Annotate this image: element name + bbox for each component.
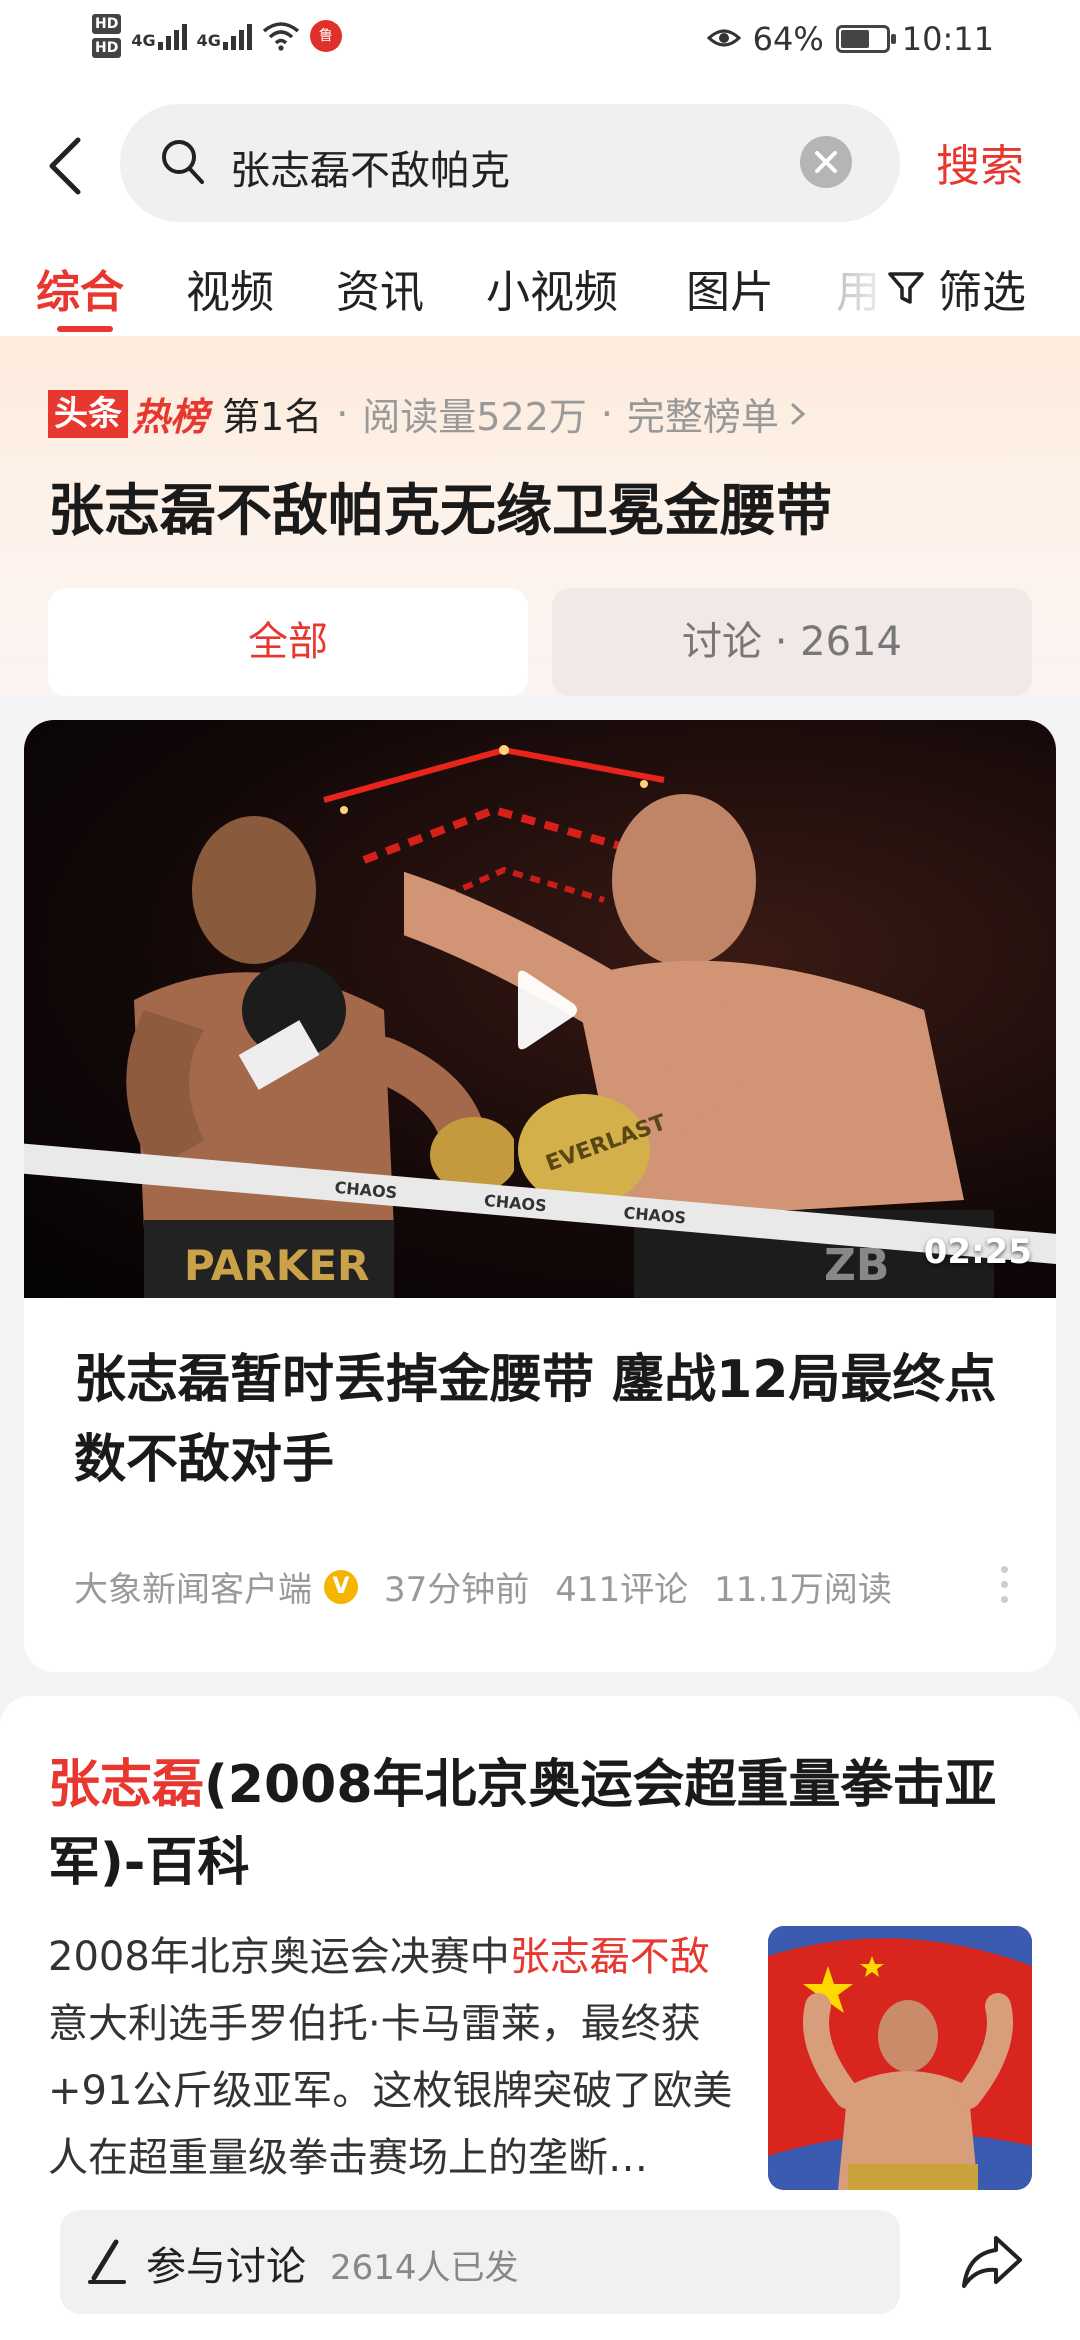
publish-time: 37分钟前	[384, 1570, 530, 1610]
comment-count: 411评论	[555, 1570, 689, 1610]
baike-description: 2008年北京奥运会决赛中张志磊不敌意大利选手罗伯托·卡马雷莱，最终获+91公斤…	[48, 1924, 738, 2192]
tab-news[interactable]: 资讯	[336, 256, 424, 320]
search-button[interactable]: 搜索	[936, 130, 1024, 194]
hot-rank: 第1名	[222, 395, 323, 439]
discussion-input-bar[interactable]: 参与讨论 2614人已发	[60, 2210, 900, 2314]
hot-list-logo-part1: 头条	[48, 389, 128, 438]
network-type-1: 4G	[131, 31, 156, 50]
status-right: 64% 10:11	[706, 20, 994, 58]
hot-reads: 阅读量522万	[362, 395, 587, 439]
wifi-icon	[262, 21, 300, 51]
battery-percent: 64%	[752, 20, 824, 58]
baike-title[interactable]: 张志磊(2008年北京奥运会超重量拳击亚军)-百科	[48, 1746, 1038, 1902]
hot-list-meta: 头条 热榜 第1名 · 阅读量522万 · 完整榜单	[48, 386, 811, 441]
desc-pre: 2008年北京奥运会决赛中	[48, 1934, 510, 1980]
separator: ·	[600, 391, 613, 436]
battery-icon	[835, 25, 896, 53]
hd-badge-1: HD	[92, 14, 122, 34]
desc-post: 意大利选手罗伯托·卡马雷莱，最终获+91公斤级亚军。这枚银牌突破了欧美人在超重量…	[48, 2001, 733, 2181]
discussion-label: 参与讨论	[146, 2244, 306, 2290]
hd-badge-2: HD	[92, 38, 122, 58]
search-icon	[160, 138, 206, 190]
shorts-left-text: PARKER	[184, 1241, 369, 1290]
baike-thumbnail[interactable]	[768, 1926, 1032, 2190]
video-thumbnail[interactable]: PARKER EVERLAST ZB CHAOS CHAOS CHAOS 02:…	[24, 720, 1056, 1298]
tab-video[interactable]: 视频	[186, 256, 274, 320]
separator: ·	[336, 391, 349, 436]
search-query-text: 张志磊不敌帕克	[230, 148, 510, 194]
filter-label: 筛选	[938, 267, 1026, 318]
tab-images[interactable]: 图片	[686, 256, 774, 320]
tab-short-video[interactable]: 小视频	[486, 256, 618, 320]
read-count: 11.1万阅读	[714, 1570, 892, 1610]
full-list-link[interactable]: 完整榜单	[627, 386, 779, 441]
signal-bars-icon	[157, 22, 187, 50]
rope-text: CHAOS	[483, 1191, 547, 1215]
search-header: 张志磊不敌帕克 搜索	[0, 86, 1080, 236]
hot-list-section: 头条 热榜 第1名 · 阅读量522万 · 完整榜单 张志磊不敌帕克无缘卫冕金腰…	[0, 336, 1080, 696]
verified-icon: V	[324, 1569, 358, 1604]
back-arrow-icon	[49, 137, 81, 195]
source-name[interactable]: 大象新闻客户端	[74, 1562, 312, 1611]
rope-text: CHAOS	[334, 1178, 398, 1202]
app-notification-icon: 鲁	[309, 20, 342, 52]
active-tab-indicator	[57, 326, 113, 332]
flag-boxer-image	[768, 1926, 1032, 2190]
chevron-right-icon	[791, 403, 806, 424]
signal-2: 4G	[197, 22, 252, 50]
video-meta: 大象新闻客户端 V 37分钟前 411评论 11.1万阅读	[74, 1562, 918, 1611]
hd-indicators: HD HD	[92, 14, 122, 58]
baike-title-highlight: 张志磊	[48, 1755, 205, 1815]
play-icon[interactable]	[490, 960, 590, 1060]
video-title[interactable]: 张志磊暂时丢掉金腰带 鏖战12局最终点数不敌对手	[74, 1340, 1014, 1500]
filter-icon	[888, 272, 924, 304]
search-input[interactable]: 张志磊不敌帕克	[120, 104, 900, 222]
video-duration: 02:25	[923, 1232, 1032, 1272]
discussion-count: 2614人已发	[330, 2248, 519, 2288]
pen-icon	[88, 2239, 126, 2284]
tab-all[interactable]: 综合	[36, 256, 124, 320]
share-icon[interactable]	[960, 2232, 1024, 2292]
signal-bars-icon	[222, 22, 252, 50]
eye-comfort-icon	[706, 20, 741, 58]
segment-all[interactable]: 全部	[48, 588, 528, 696]
more-options-icon[interactable]	[1001, 1566, 1008, 1603]
desc-highlight: 张志磊不敌	[509, 1934, 710, 1980]
hot-topic-title[interactable]: 张志磊不敌帕克无缘卫冕金腰带	[48, 466, 832, 547]
rope-text: CHAOS	[623, 1203, 687, 1227]
video-result-card[interactable]: PARKER EVERLAST ZB CHAOS CHAOS CHAOS 02:…	[24, 720, 1056, 1672]
back-button[interactable]	[42, 136, 92, 196]
segment-discussion[interactable]: 讨论 · 2614	[552, 588, 1032, 696]
filter-button[interactable]: 筛选	[880, 256, 1026, 320]
clock: 10:11	[901, 20, 994, 58]
status-bar: HD HD 4G 4G 鲁 64% 10:11	[0, 0, 1080, 86]
clear-search-button[interactable]	[800, 136, 852, 188]
result-tabs: 综合 视频 资讯 小视频 图片 用 筛选	[0, 236, 1080, 336]
network-type-2: 4G	[196, 31, 221, 50]
close-icon	[815, 151, 837, 173]
signal-1: 4G	[131, 22, 187, 50]
hot-list-logo-part2: 热榜	[132, 395, 209, 439]
status-left: HD HD 4G 4G 鲁	[92, 14, 342, 58]
